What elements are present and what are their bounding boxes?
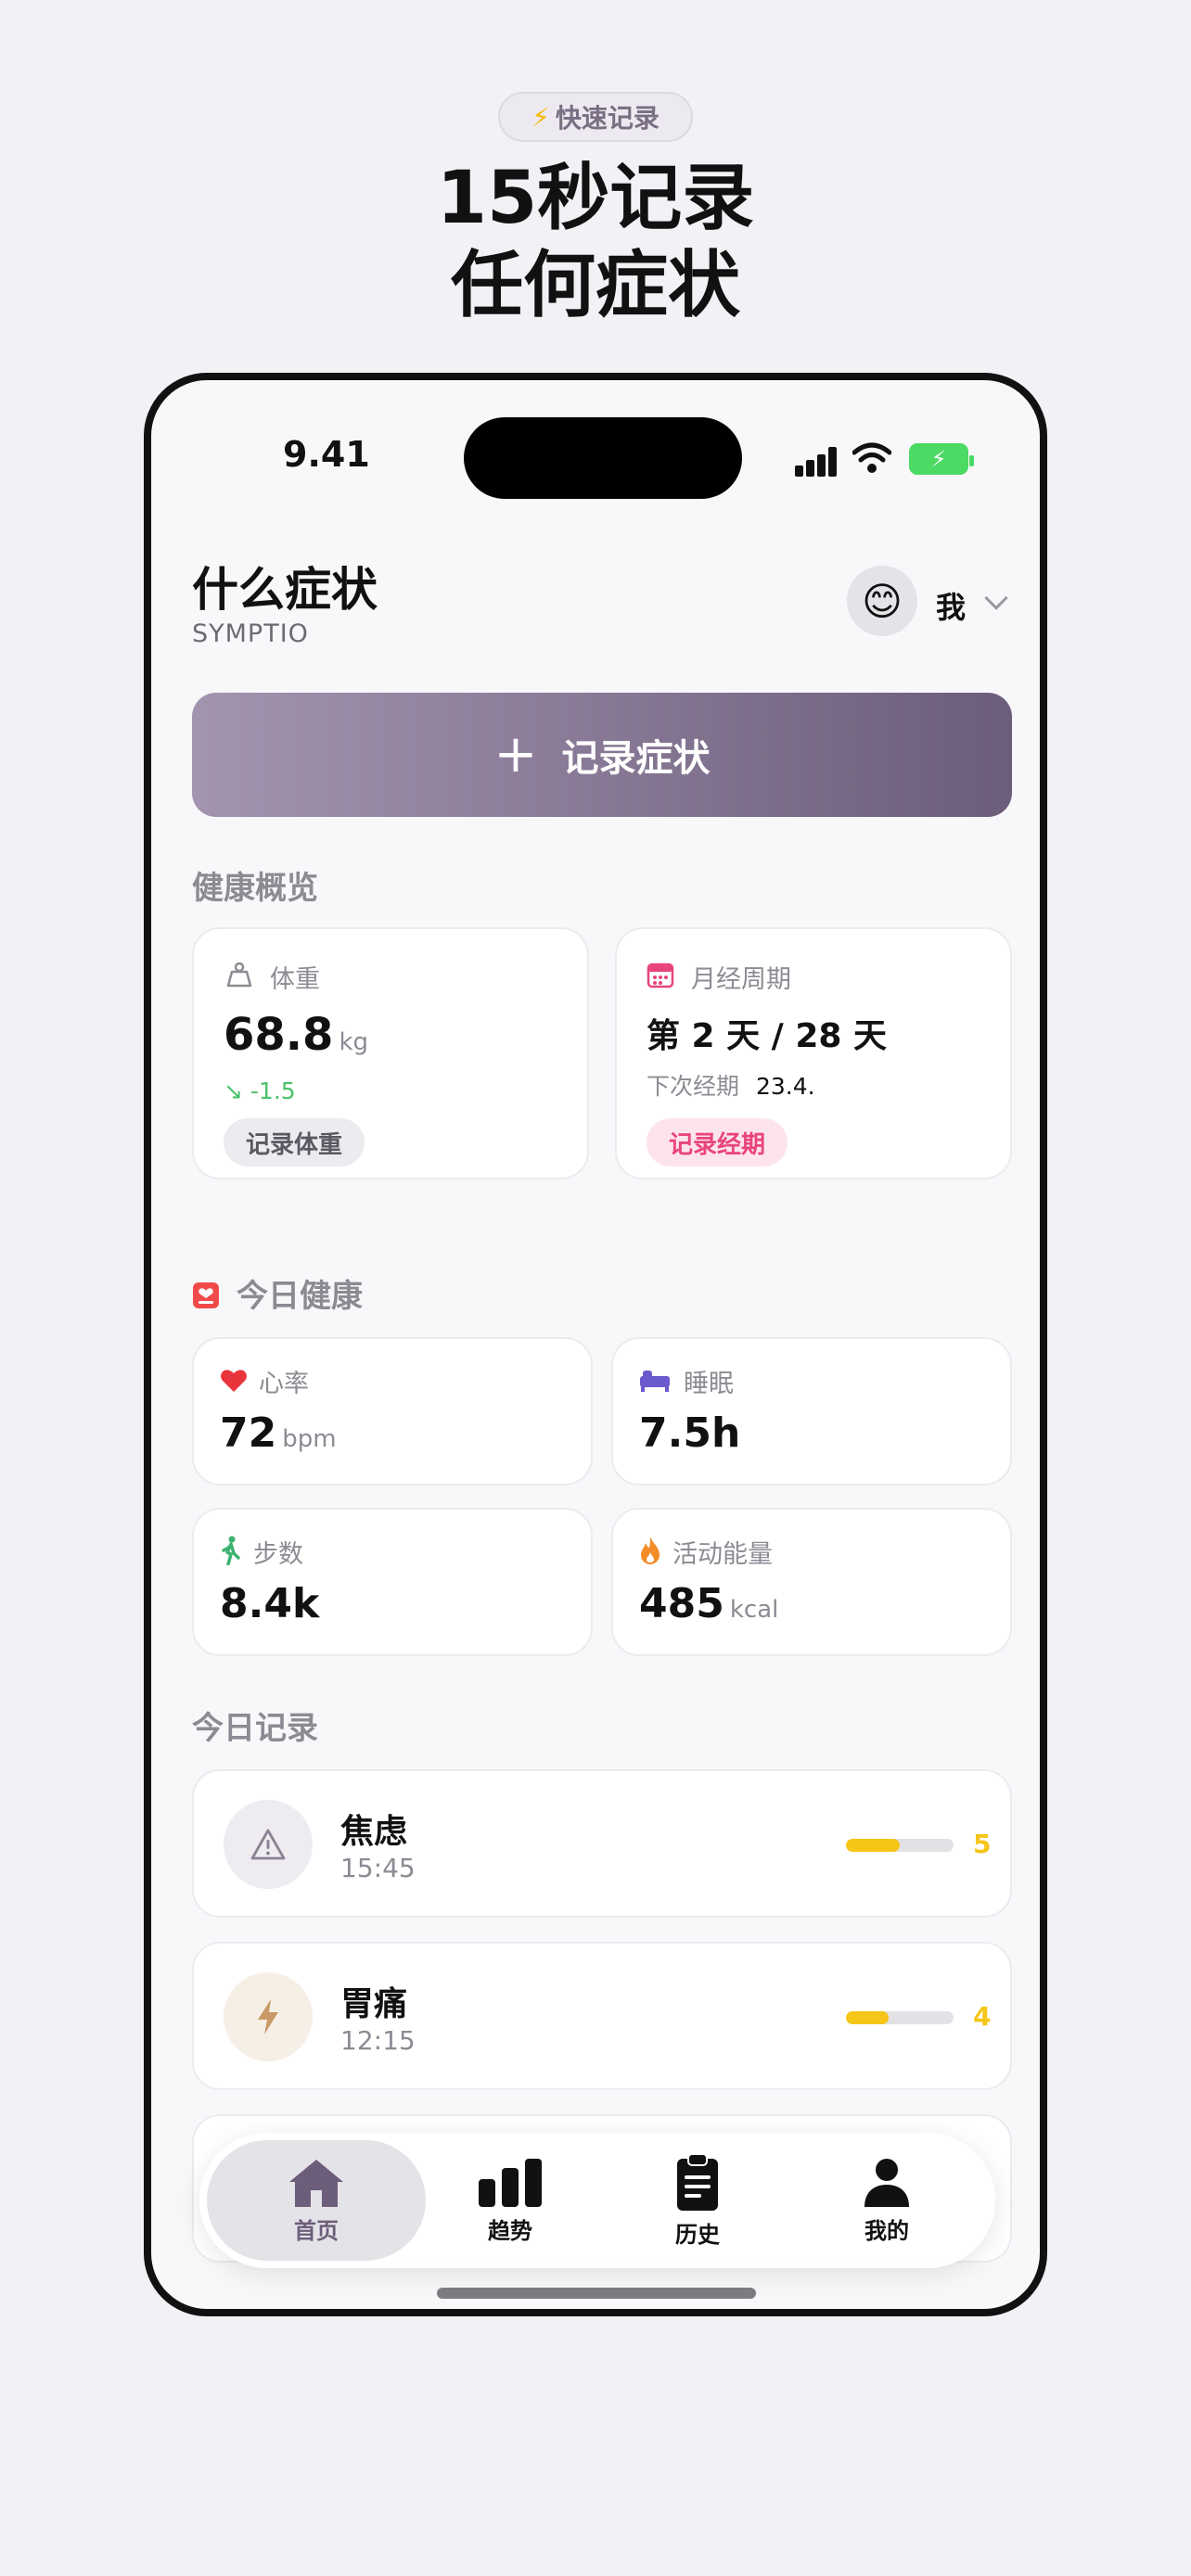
heart-rate-label: 心率 — [259, 1370, 309, 1398]
weight-card[interactable]: 体重 68.8 kg ↘ -1.5 记录体重 — [192, 927, 589, 1180]
tab-profile[interactable]: 我的 — [817, 2133, 956, 2268]
tab-history[interactable]: 历史 — [628, 2133, 767, 2268]
tab-bar: 首页 趋势 历史 我的 — [199, 2133, 995, 2268]
steps-value: 8.4k — [220, 1580, 320, 1627]
active-energy-label: 活动能量 — [672, 1540, 773, 1569]
record-name: 胃痛 — [340, 1985, 408, 2023]
tab-profile-label: 我的 — [864, 2217, 909, 2244]
clipboard-icon — [677, 2152, 718, 2211]
profile-switcher-label[interactable]: 我 — [936, 584, 966, 627]
severity-score: 5 — [973, 1829, 992, 1859]
list-item[interactable]: 焦虑 15:45 5 — [192, 1769, 1012, 1918]
record-name: 焦虑 — [340, 1813, 408, 1851]
bolt-icon — [224, 1972, 313, 2061]
active-energy-unit: kcal — [729, 1596, 779, 1624]
heart-rate-value: 72 — [220, 1409, 277, 1457]
severity-bar — [846, 2011, 954, 2024]
severity-score: 4 — [973, 2001, 992, 2032]
signal-icon — [795, 445, 839, 477]
record-symptom-label: 记录症状 — [561, 737, 711, 780]
record-symptom-button[interactable]: + 记录症状 — [192, 693, 1012, 817]
app-subtitle: SYMPTIO — [192, 619, 309, 648]
list-item[interactable]: 胃痛 12:15 4 — [192, 1942, 1012, 2090]
tab-trends-label: 趋势 — [488, 2217, 532, 2244]
tab-home[interactable]: 首页 — [207, 2140, 426, 2261]
sleep-card[interactable]: 睡眠 7.5h — [611, 1337, 1012, 1486]
active-energy-card[interactable]: 活动能量 485 kcal — [611, 1508, 1012, 1656]
avatar[interactable]: 😊 — [847, 566, 917, 636]
promo-headline-line1: 15秒记录 — [436, 157, 755, 240]
next-period-label: 下次经期 — [647, 1073, 740, 1100]
cycle-label: 月经周期 — [691, 965, 791, 994]
bar-chart-icon — [479, 2158, 542, 2207]
bed-icon — [640, 1371, 670, 1392]
dynamic-island — [464, 417, 742, 499]
plus-icon: + — [493, 724, 538, 784]
heart-rate-unit: bpm — [282, 1425, 337, 1453]
weight-value: 68.8 — [224, 1009, 334, 1061]
record-weight-button[interactable]: 记录体重 — [224, 1118, 365, 1167]
cycle-day-value: 第 2 天 / 28 天 — [647, 1017, 887, 1055]
tab-trends[interactable]: 趋势 — [441, 2133, 580, 2268]
status-time: 9.41 — [283, 434, 370, 475]
feature-badge: ⚡ 快速记录 — [498, 92, 693, 142]
flame-icon — [641, 1537, 660, 1564]
warning-icon — [224, 1800, 313, 1889]
record-time: 12:15 — [340, 2025, 416, 2056]
feature-badge-label: 快速记录 — [555, 103, 660, 134]
lightning-icon: ⚡ — [531, 101, 550, 133]
tab-home-label: 首页 — [294, 2217, 339, 2244]
active-energy-value: 485 — [639, 1580, 724, 1627]
home-icon — [289, 2159, 343, 2207]
severity-bar — [846, 1839, 954, 1852]
steps-card[interactable]: 步数 8.4k — [192, 1508, 593, 1656]
battery-charging-icon: ⚡ — [909, 443, 974, 475]
record-period-button[interactable]: 记录经期 — [647, 1118, 788, 1167]
section-title-overview: 健康概览 — [192, 870, 318, 907]
weight-scale-icon — [226, 962, 252, 988]
steps-label: 步数 — [253, 1540, 303, 1569]
weight-label: 体重 — [270, 965, 320, 994]
health-record-icon — [193, 1282, 219, 1308]
weight-unit: kg — [339, 1028, 368, 1056]
promo-headline-line2: 任何症状 — [450, 244, 740, 327]
sleep-label: 睡眠 — [684, 1370, 734, 1398]
heart-icon — [221, 1370, 247, 1392]
cycle-card[interactable]: 月经周期 第 2 天 / 28 天 下次经期 23.4. 记录经期 — [615, 927, 1012, 1180]
heart-rate-card[interactable]: 心率 72 bpm — [192, 1337, 593, 1486]
calendar-icon — [647, 963, 674, 988]
home-indicator[interactable] — [437, 2288, 756, 2299]
phone-frame: 9.41 ⚡ 什么症状 SYMPTIO 😊 我 + 记录症状 健康概览 体重 6… — [144, 373, 1047, 2316]
record-time: 15:45 — [340, 1853, 416, 1883]
walking-icon — [222, 1536, 240, 1565]
wifi-icon — [852, 442, 891, 473]
section-title-today-health: 今日健康 — [237, 1278, 363, 1315]
tab-history-label: 历史 — [675, 2221, 720, 2248]
person-icon — [864, 2158, 909, 2207]
next-period-date: 23.4. — [755, 1073, 815, 1100]
section-title-today-records: 今日记录 — [192, 1710, 318, 1747]
weight-delta: ↘ -1.5 — [224, 1078, 296, 1104]
chevron-down-icon[interactable] — [984, 586, 1008, 610]
sleep-value: 7.5h — [639, 1409, 741, 1457]
app-title: 什么症状 — [192, 563, 378, 617]
